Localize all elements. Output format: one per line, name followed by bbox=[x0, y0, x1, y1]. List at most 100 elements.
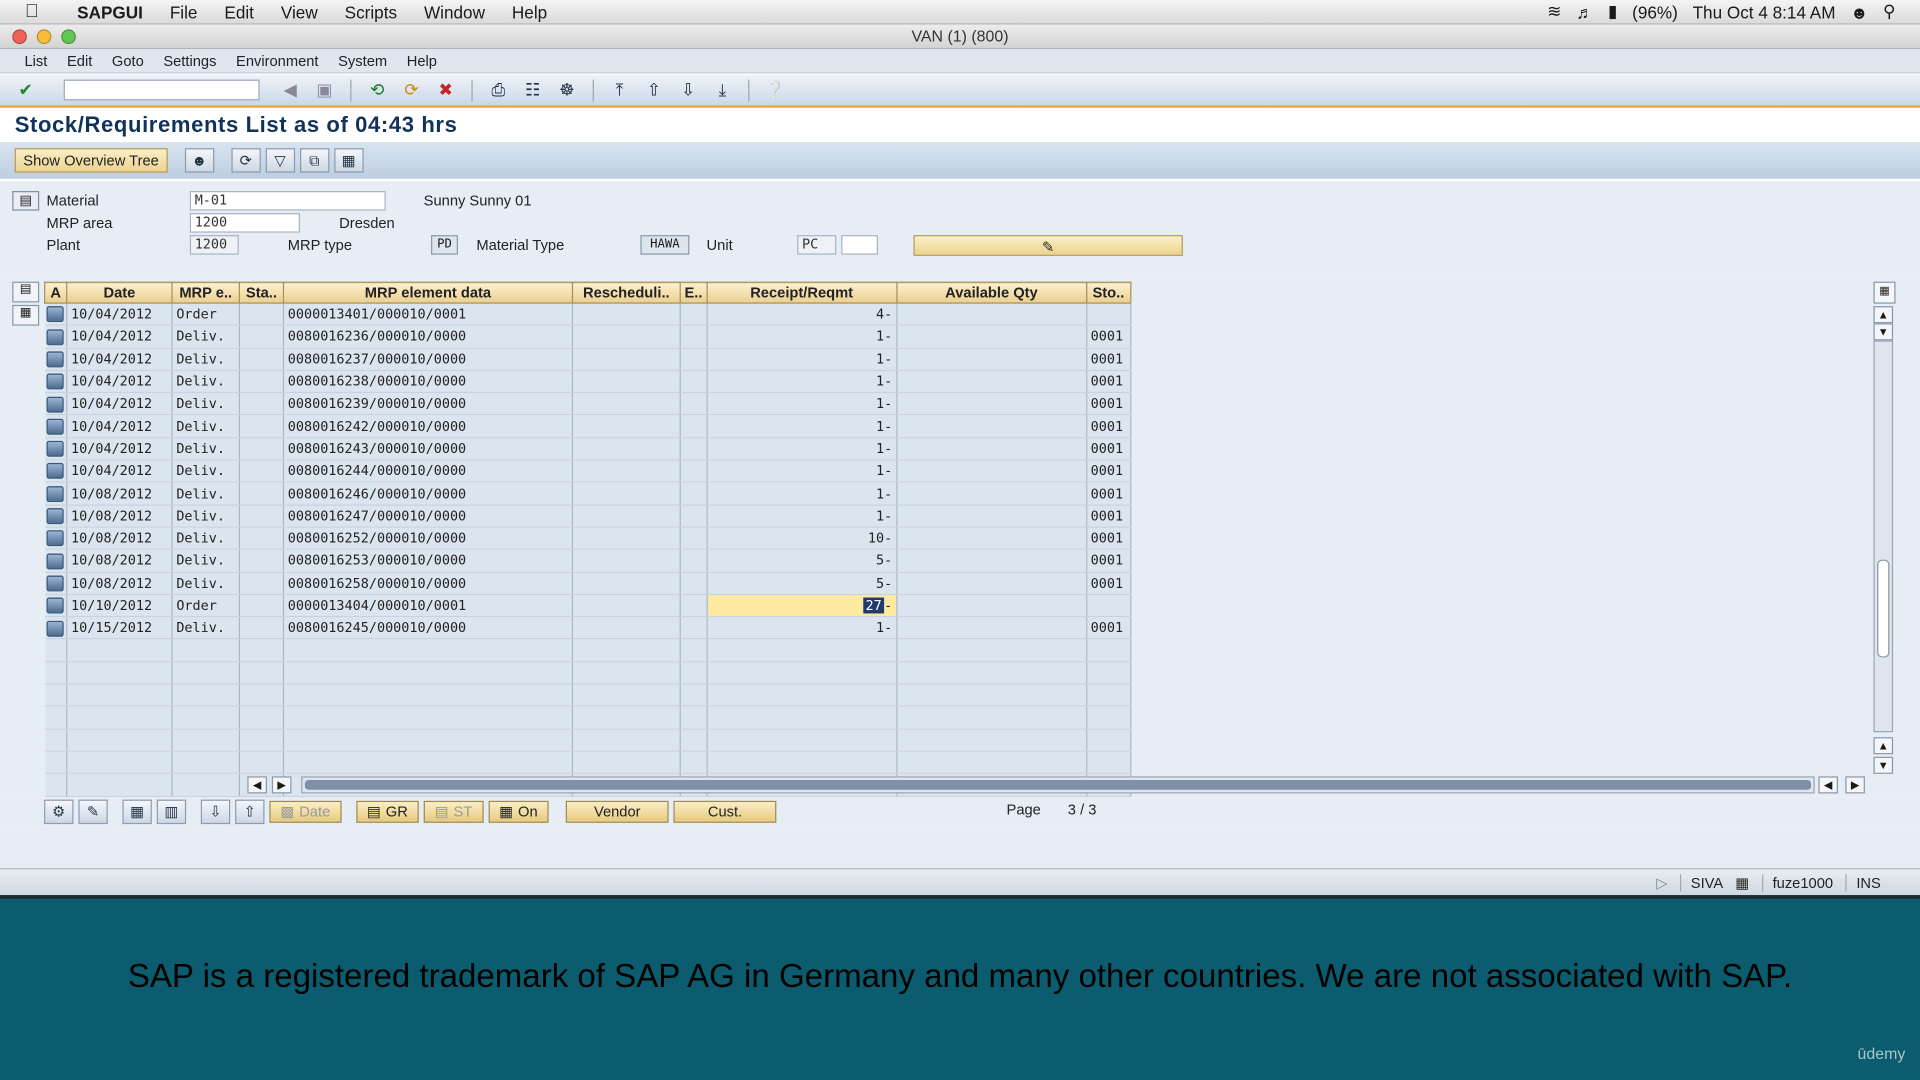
cell-available-qty[interactable] bbox=[896, 415, 1087, 439]
cell-storage[interactable] bbox=[1086, 594, 1132, 618]
cell-mrp-element[interactable]: Deliv. bbox=[172, 459, 241, 483]
command-field[interactable] bbox=[63, 79, 260, 101]
cell-receipt-reqmt[interactable]: 4- bbox=[706, 303, 898, 327]
cell-receipt-reqmt[interactable]: 1- bbox=[706, 325, 898, 349]
cell-receipt-reqmt[interactable]: 5- bbox=[706, 571, 898, 595]
element-detail-icon[interactable] bbox=[46, 306, 64, 323]
cell-rescheduling[interactable] bbox=[572, 482, 681, 506]
col-header-status[interactable]: Sta.. bbox=[238, 281, 285, 304]
cell-mrp-element-data[interactable]: 0080016258/000010/0000 bbox=[283, 571, 574, 595]
cell-storage[interactable] bbox=[1086, 728, 1132, 752]
cell-icon[interactable] bbox=[44, 773, 68, 797]
cell-available-qty[interactable] bbox=[896, 728, 1087, 752]
cell-available-qty[interactable] bbox=[896, 683, 1087, 707]
table-row[interactable] bbox=[44, 661, 1132, 685]
cell-storage[interactable]: 0001 bbox=[1086, 347, 1132, 371]
cell-receipt-reqmt[interactable]: 1- bbox=[706, 459, 898, 483]
next-page-icon[interactable]: ⇩ bbox=[675, 78, 702, 102]
cell-exception[interactable] bbox=[680, 303, 708, 327]
cell-status[interactable] bbox=[239, 683, 285, 707]
cell-storage[interactable]: 0001 bbox=[1086, 437, 1132, 461]
layout-icon[interactable]: ▦ bbox=[333, 148, 364, 173]
table-row[interactable]: 10/04/2012 Deliv. 0080016236/000010/0000 1-… bbox=[44, 325, 1132, 349]
cell-exception[interactable] bbox=[680, 594, 708, 618]
col-header-date[interactable]: Date bbox=[66, 281, 173, 304]
cell-storage[interactable]: 0001 bbox=[1086, 482, 1132, 506]
cell-mrp-element-data[interactable]: 0080016242/000010/0000 bbox=[283, 415, 574, 439]
cell-receipt-reqmt[interactable] bbox=[706, 706, 898, 730]
table-row[interactable] bbox=[44, 751, 1132, 775]
scroll-far-right-icon[interactable]: ▶ bbox=[1845, 776, 1865, 794]
sap-menu-system[interactable]: System bbox=[328, 52, 397, 69]
horizontal-scrollbar[interactable] bbox=[301, 776, 1815, 794]
cell-status[interactable] bbox=[239, 639, 285, 663]
cell-exception[interactable] bbox=[680, 616, 708, 640]
table-row[interactable]: 10/10/2012 Order 0000013404/000010/0001 27- bbox=[44, 594, 1132, 618]
table-row[interactable]: 10/04/2012 Deliv. 0080016243/000010/0000 1-… bbox=[44, 437, 1132, 461]
cell-storage[interactable]: 0001 bbox=[1086, 325, 1132, 349]
element-detail-icon[interactable] bbox=[46, 441, 64, 457]
unit-field[interactable]: PC bbox=[797, 235, 837, 255]
cell-rescheduling[interactable] bbox=[572, 437, 681, 461]
refresh-icon[interactable]: ⟳ bbox=[231, 148, 261, 173]
cell-mrp-element-data[interactable]: 0000013404/000010/0001 bbox=[283, 594, 574, 618]
cell-available-qty[interactable] bbox=[896, 504, 1087, 528]
table-row[interactable]: 10/04/2012 Deliv. 0080016237/000010/0000 1-… bbox=[44, 347, 1132, 371]
cell-rescheduling[interactable] bbox=[572, 549, 681, 573]
scroll-left-icon[interactable]: ◀ bbox=[247, 776, 267, 794]
element-detail-icon[interactable] bbox=[46, 329, 64, 345]
cell-status[interactable] bbox=[239, 571, 285, 595]
cell-receipt-reqmt[interactable]: 1- bbox=[706, 504, 898, 528]
cell-exception[interactable] bbox=[680, 482, 708, 506]
cell-exception[interactable] bbox=[680, 347, 708, 371]
close-window-icon[interactable] bbox=[12, 29, 27, 45]
apple-icon[interactable]:  bbox=[0, 1, 64, 22]
cell-rescheduling[interactable] bbox=[572, 683, 681, 707]
cell-rescheduling[interactable] bbox=[572, 527, 681, 551]
scroll-page-up-icon[interactable]: ▲ bbox=[1873, 737, 1894, 755]
sap-menu-settings[interactable]: Settings bbox=[154, 52, 227, 69]
cell-mrp-element[interactable] bbox=[172, 661, 241, 685]
cell-exception[interactable] bbox=[680, 639, 708, 663]
scroll-down-small-icon[interactable]: ▼ bbox=[1873, 323, 1894, 341]
table-row[interactable]: 10/04/2012 Deliv. 0080016244/000010/0000 1-… bbox=[44, 459, 1132, 483]
table-row[interactable]: 10/04/2012 Deliv. 0080016242/000010/0000 1-… bbox=[44, 415, 1132, 439]
help-icon[interactable]: ❔ bbox=[762, 78, 789, 102]
cell-receipt-reqmt[interactable]: 1- bbox=[706, 616, 898, 640]
vendor-button[interactable]: Vendor bbox=[565, 800, 669, 823]
back-icon[interactable]: ⟲ bbox=[364, 78, 391, 102]
cell-mrp-element[interactable] bbox=[172, 706, 241, 730]
cell-icon[interactable] bbox=[44, 683, 68, 707]
cell-storage[interactable] bbox=[1086, 751, 1132, 775]
cell-exception[interactable] bbox=[680, 661, 708, 685]
selected-quantity[interactable]: 27 bbox=[863, 597, 885, 613]
cust-button[interactable]: Cust. bbox=[673, 800, 777, 823]
cell-mrp-element-data[interactable]: 0080016239/000010/0000 bbox=[283, 392, 574, 416]
cell-status[interactable] bbox=[239, 303, 285, 327]
cell-available-qty[interactable] bbox=[896, 392, 1087, 416]
cell-date[interactable] bbox=[66, 683, 173, 707]
plant-field[interactable]: 1200 bbox=[189, 235, 239, 255]
cell-status[interactable] bbox=[239, 459, 285, 483]
scroll-right-icon[interactable]: ▶ bbox=[271, 776, 292, 794]
cell-rescheduling[interactable] bbox=[572, 347, 681, 371]
menu-app-name[interactable]: SAPGUI bbox=[64, 2, 157, 22]
cell-exception[interactable] bbox=[680, 437, 708, 461]
material-field[interactable]: M-01 bbox=[189, 191, 386, 211]
cell-status[interactable] bbox=[239, 706, 285, 730]
cell-available-qty[interactable] bbox=[896, 437, 1087, 461]
cell-available-qty[interactable] bbox=[896, 370, 1087, 394]
wifi-icon[interactable]: ≋ bbox=[1547, 1, 1561, 22]
find-next-icon[interactable]: ☸ bbox=[553, 78, 580, 102]
cell-date[interactable]: 10/04/2012 bbox=[66, 370, 173, 394]
cell-mrp-element[interactable]: Deliv. bbox=[172, 616, 241, 640]
cell-mrp-element[interactable]: Deliv. bbox=[172, 347, 241, 371]
cell-icon[interactable] bbox=[44, 504, 68, 528]
cell-rescheduling[interactable] bbox=[572, 571, 681, 595]
cell-rescheduling[interactable] bbox=[572, 370, 681, 394]
cell-date[interactable] bbox=[66, 773, 173, 797]
cell-icon[interactable] bbox=[44, 594, 68, 618]
cell-mrp-element[interactable] bbox=[172, 773, 241, 797]
user-icon[interactable]: ☻ bbox=[1850, 2, 1868, 22]
cell-mrp-element-data[interactable]: 0080016238/000010/0000 bbox=[283, 370, 574, 394]
